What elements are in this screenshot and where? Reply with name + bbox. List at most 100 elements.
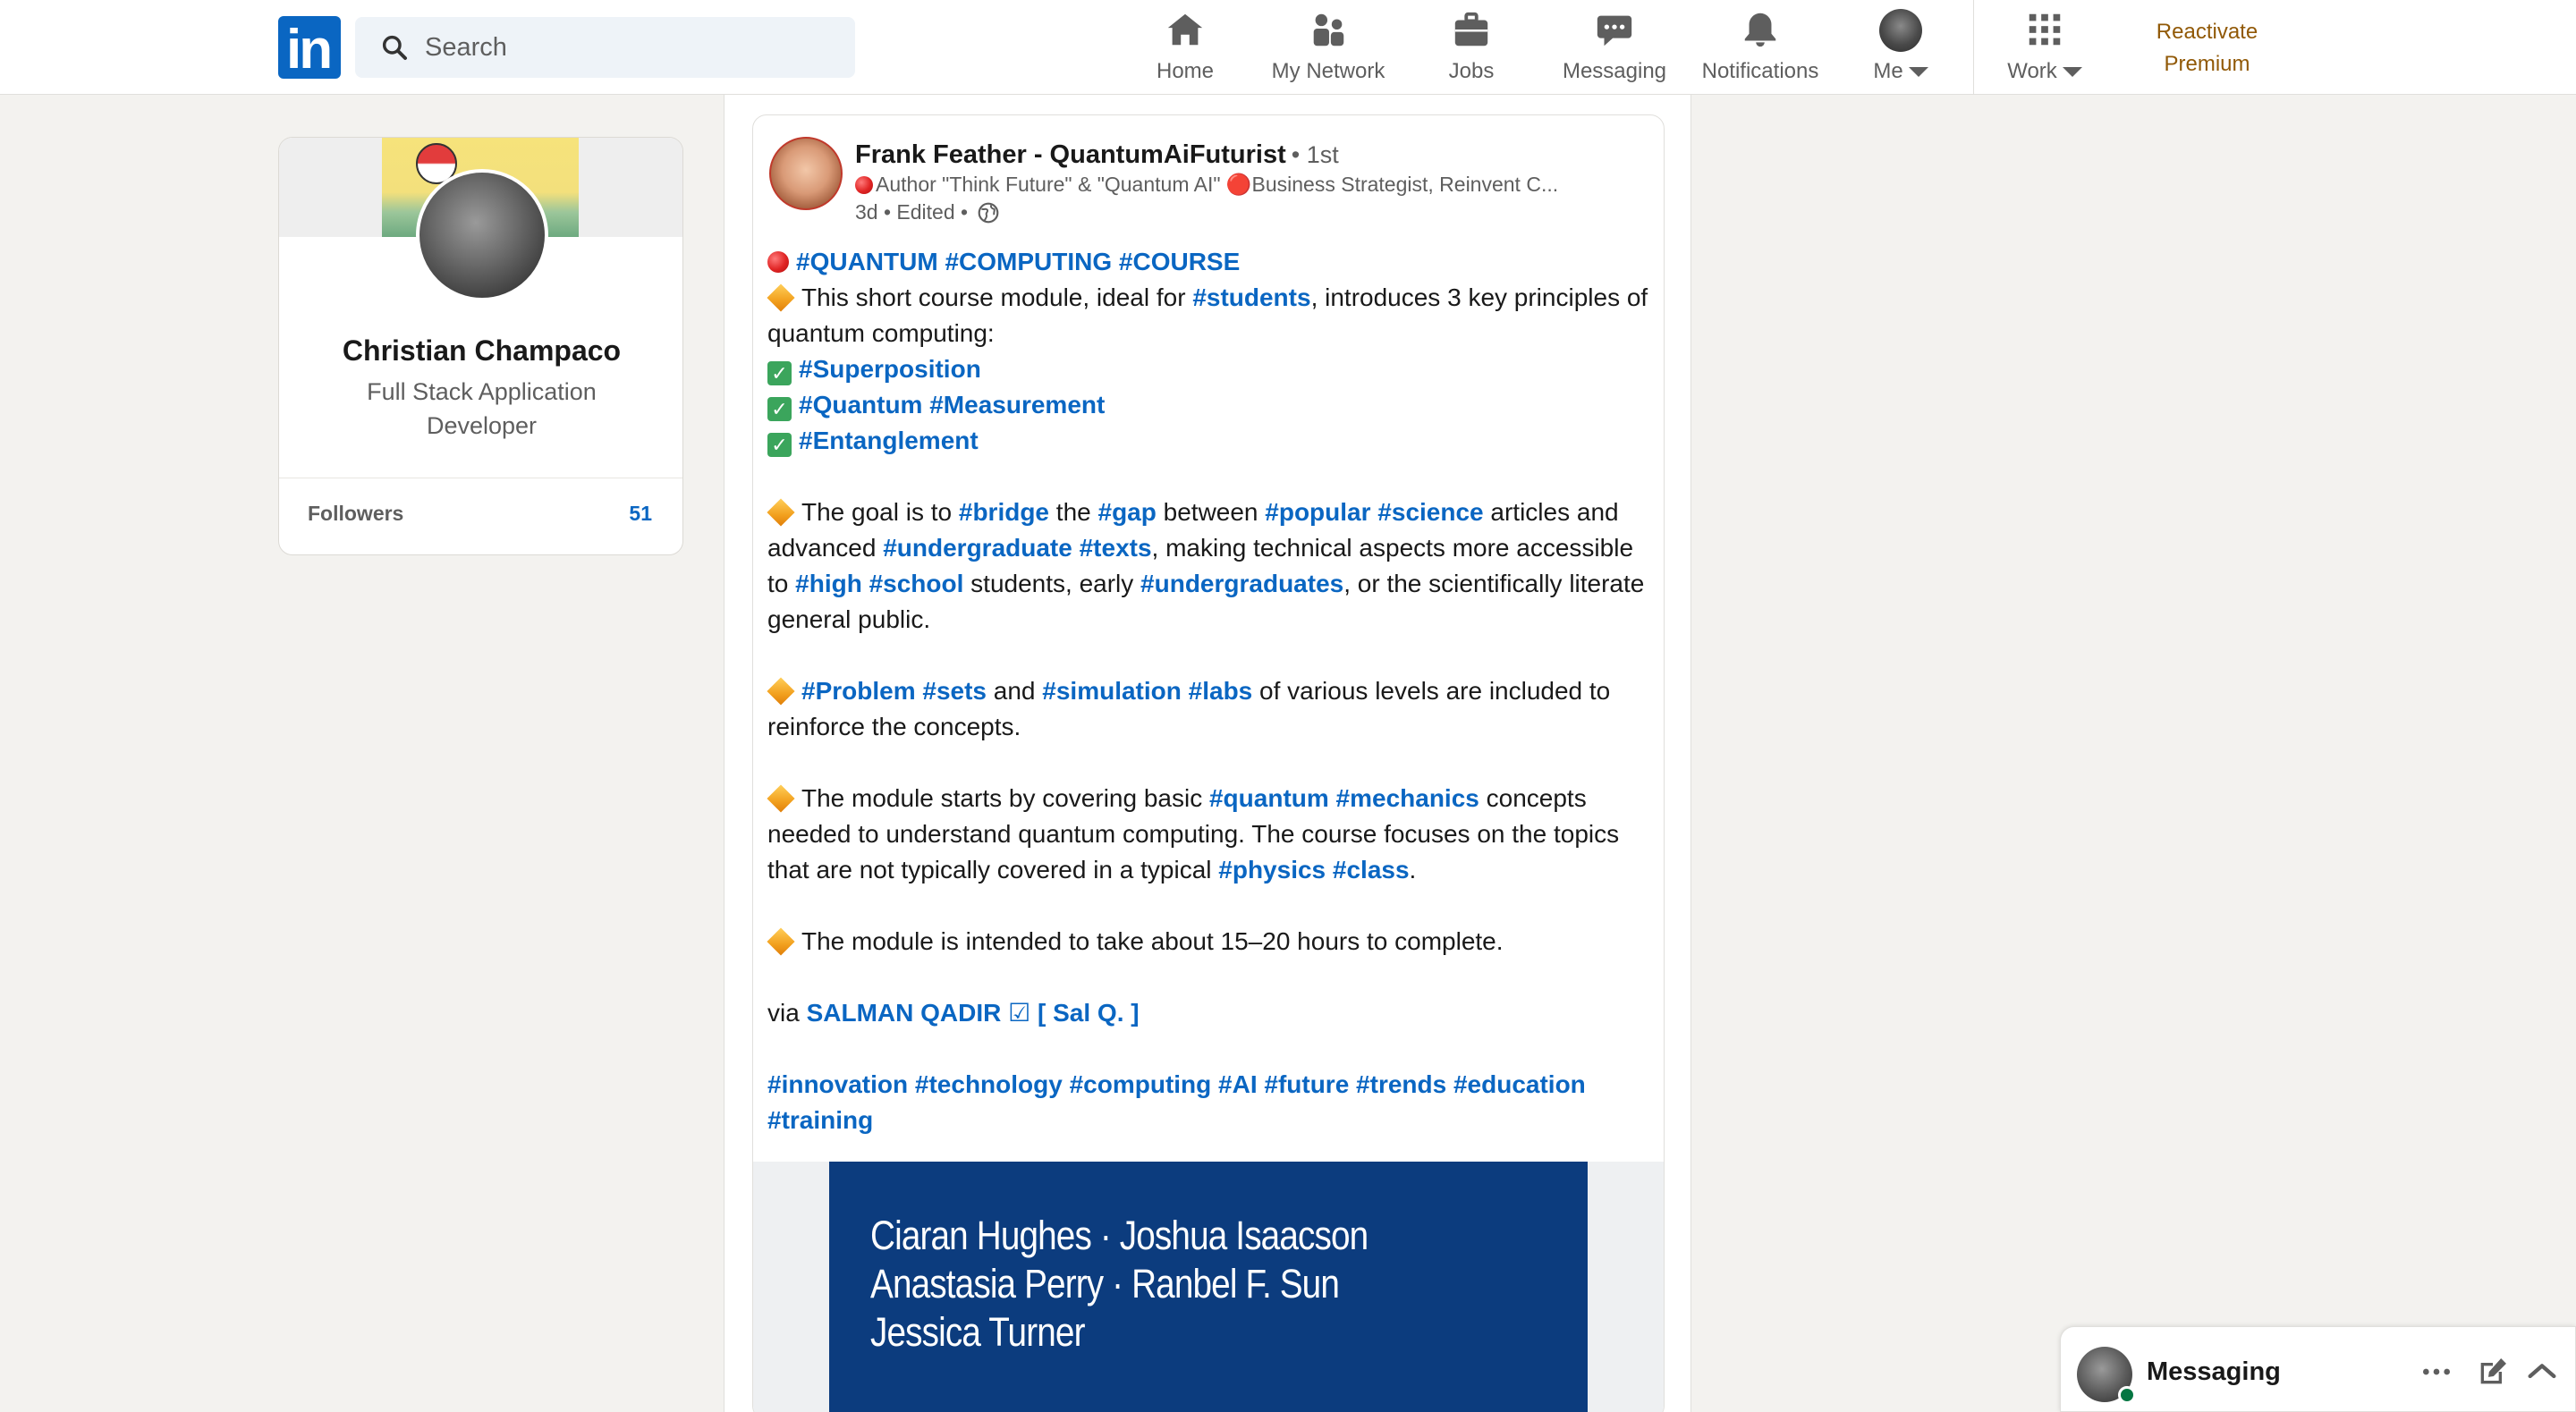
post-text: the: [1049, 498, 1098, 526]
nav-jobs[interactable]: Jobs: [1436, 9, 1507, 86]
hashtag-link[interactable]: #Superposition: [799, 355, 981, 383]
nav-divider: [1973, 0, 1974, 95]
orange-diamond-icon: [767, 927, 795, 956]
hashtag-link[interactable]: #popular #science: [1265, 498, 1483, 526]
grid-icon: [2029, 13, 2061, 46]
post-title-line: #QUANTUM #COMPUTING #COURSE: [767, 244, 1653, 280]
post-meta: 3d • Edited •: [855, 200, 1000, 224]
post-paragraph: This short course module, ideal for #stu…: [767, 280, 1653, 351]
reactivate-premium-link[interactable]: Reactivate Premium: [2129, 16, 2285, 80]
hashtag-link[interactable]: #undergraduates: [1140, 570, 1343, 597]
hashtag-link[interactable]: #quantum #mechanics: [1209, 784, 1479, 812]
chevron-up-icon[interactable]: [2524, 1354, 2560, 1390]
nav-home[interactable]: Home: [1149, 9, 1221, 86]
orange-diamond-icon: [767, 498, 795, 527]
hashtag-link[interactable]: #gap: [1098, 498, 1157, 526]
footer-hashtags: #innovation #technology #computing #AI #…: [767, 1067, 1653, 1138]
post-text: The module is intended to take about 15–…: [801, 927, 1504, 955]
messaging-icon: [1597, 15, 1632, 47]
book-author-line: Anastasia Perry · Ranbel F. Sun: [870, 1261, 1340, 1306]
mention-link[interactable]: SALMAN QADIR ☑ [ Sal Q. ]: [807, 999, 1140, 1027]
messaging-title[interactable]: Messaging: [2147, 1357, 2281, 1387]
profile-avatar[interactable]: [416, 169, 548, 301]
check-mark-icon: ✓: [767, 361, 792, 385]
online-status-icon: [2118, 1386, 2136, 1404]
author-name-line[interactable]: Frank Feather - QuantumAiFuturist • 1st: [855, 140, 1339, 170]
book-author-line: Jessica Turner: [870, 1309, 1085, 1355]
premium-line2: Premium: [2164, 52, 2250, 76]
nav-messaging[interactable]: Messaging: [1559, 9, 1670, 86]
post-body: #QUANTUM #COMPUTING #COURSE This short c…: [767, 244, 1653, 1138]
nav-messaging-label: Messaging: [1562, 59, 1667, 83]
search-icon: [382, 35, 407, 60]
via-line: via SALMAN QADIR ☑ [ Sal Q. ]: [767, 995, 1653, 1031]
nav-work-label: Work: [2007, 59, 2057, 83]
post-text: .: [1409, 856, 1417, 884]
profile-headline: Full Stack Application Developer: [367, 378, 597, 439]
post-text: between: [1156, 498, 1266, 526]
hashtag-link[interactable]: #simulation #labs: [1042, 677, 1252, 705]
search-input[interactable]: [425, 26, 836, 69]
nav-work[interactable]: Work: [2000, 9, 2089, 86]
hashtag-link[interactable]: #physics #class: [1218, 856, 1409, 884]
compose-icon[interactable]: [2475, 1354, 2511, 1390]
nav-me-label-wrap: Me: [1865, 59, 1936, 84]
orange-diamond-icon: [767, 283, 795, 312]
post-image[interactable]: Ciaran Hughes · Joshua Isaacson Anastasi…: [753, 1162, 1664, 1412]
nav-me-label: Me: [1873, 59, 1903, 83]
hashtag-link[interactable]: #Entanglement: [799, 427, 979, 454]
hashtag-link[interactable]: #high #school: [795, 570, 963, 597]
hashtag-link[interactable]: #undergraduate #texts: [883, 534, 1151, 562]
globe-icon: [979, 202, 999, 224]
more-options-icon[interactable]: [2419, 1354, 2454, 1390]
premium-line1: Reactivate: [2156, 20, 2258, 44]
hashtag-link[interactable]: #QUANTUM #COMPUTING #COURSE: [796, 248, 1240, 275]
home-icon: [1167, 13, 1203, 46]
post-text: The goal is to: [801, 498, 959, 526]
post-text: and: [987, 677, 1043, 705]
nav-notifications-label: Notifications: [1701, 59, 1819, 83]
author-avatar[interactable]: [769, 137, 843, 210]
nav-my-network[interactable]: My Network: [1261, 9, 1395, 86]
orange-diamond-icon: [767, 784, 795, 813]
search-box[interactable]: [355, 17, 855, 78]
nav-notifications[interactable]: Notifications: [1693, 9, 1827, 86]
author-name[interactable]: Frank Feather - QuantumAiFuturist: [855, 140, 1286, 169]
check-item: ✓ #Superposition: [767, 351, 1653, 387]
check-mark-icon: ✓: [767, 397, 792, 421]
followers-count[interactable]: 51: [629, 502, 652, 526]
hashtag-link[interactable]: #bridge: [959, 498, 1049, 526]
chevron-down-icon: [1908, 67, 1928, 78]
post-text: The module starts by covering basic: [801, 784, 1209, 812]
check-item: ✓ #Quantum #Measurement: [767, 387, 1653, 423]
post-text: This short course module, ideal for: [801, 283, 1193, 311]
profile-card: Christian Champaco Full Stack Applicatio…: [278, 137, 683, 555]
post-paragraph: The goal is to #bridge the #gap between …: [767, 495, 1653, 638]
book-author-line: Ciaran Hughes · Joshua Isaacson: [870, 1213, 1368, 1258]
linkedin-feed-page: in Home My Network: [0, 0, 2576, 1412]
messaging-dock[interactable]: Messaging: [2060, 1326, 2576, 1412]
author-headline-text: Author "Think Future" & "Quantum AI" 🔴Bu…: [876, 173, 1559, 196]
check-item: ✓ #Entanglement: [767, 423, 1653, 459]
me-avatar: [1879, 9, 1922, 52]
nav-me[interactable]: Me: [1865, 9, 1936, 86]
post-paragraph: The module is intended to take about 15–…: [767, 924, 1653, 960]
hashtag-link[interactable]: #Quantum #Measurement: [799, 391, 1105, 419]
jobs-icon: [1454, 12, 1488, 47]
linkedin-logo[interactable]: in: [278, 16, 341, 80]
connection-degree: • 1st: [1291, 141, 1339, 168]
followers-label[interactable]: Followers: [308, 502, 403, 526]
hashtag-link[interactable]: #Problem #sets: [801, 677, 987, 705]
post-paragraph: The module starts by covering basic #qua…: [767, 781, 1653, 888]
hashtag-link[interactable]: #innovation #technology #computing #AI #…: [767, 1070, 1586, 1134]
profile-name[interactable]: Christian Champaco: [279, 334, 682, 368]
chevron-down-icon: [2062, 67, 2082, 78]
hashtag-link[interactable]: #students: [1192, 283, 1310, 311]
notifications-icon: [1744, 13, 1776, 47]
feed-post: Frank Feather - QuantumAiFuturist • 1st A…: [752, 114, 1665, 1412]
orange-diamond-icon: [767, 677, 795, 706]
